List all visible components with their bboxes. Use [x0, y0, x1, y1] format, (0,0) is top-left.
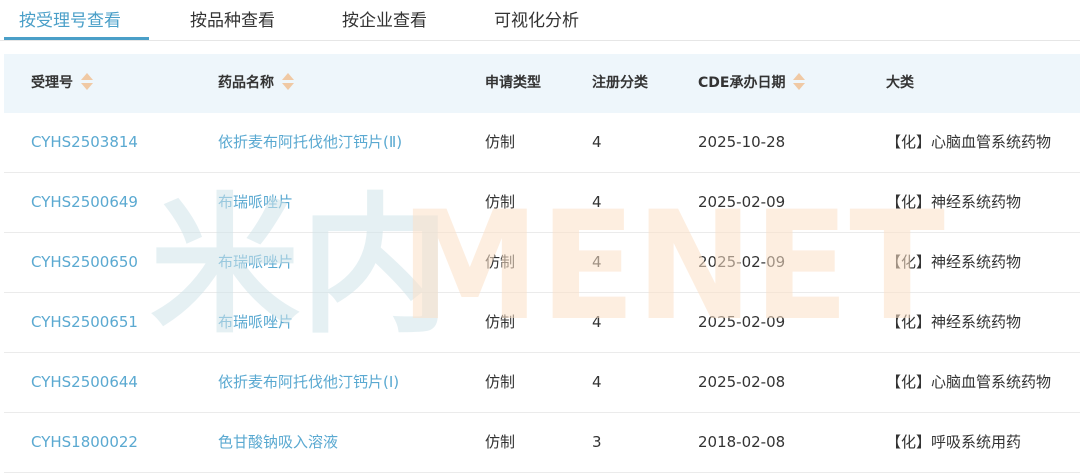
cde-date: 2025-02-09 — [698, 193, 786, 211]
drug-name-link[interactable]: 依折麦布阿托伐他汀钙片(Ⅰ) — [218, 353, 399, 412]
cde-date: 2025-02-08 — [698, 373, 786, 391]
header-category: 大类 — [886, 54, 914, 113]
tab-bar: 按受理号查看 按品种查看 按企业查看 可视化分析 — [0, 0, 1080, 41]
sort-icon[interactable] — [81, 72, 93, 92]
category: 【化】心脑血管系统药物 — [886, 373, 1052, 391]
cde-date: 2025-10-28 — [698, 133, 786, 151]
header-cde-date[interactable]: CDE承办日期 — [698, 54, 806, 113]
registration-class: 4 — [592, 313, 602, 331]
cde-date: 2025-02-09 — [698, 253, 786, 271]
table-row: CYHS2500651 布瑞哌唑片 仿制 4 2025-02-09 【化】神经系… — [4, 293, 1080, 353]
header-label: CDE承办日期 — [698, 75, 786, 91]
acceptance-number-link[interactable]: CYHS2500650 — [31, 233, 138, 292]
application-type: 仿制 — [485, 133, 516, 151]
application-type: 仿制 — [485, 373, 516, 391]
header-acceptance-number[interactable]: 受理号 — [31, 54, 93, 113]
table-row: CYHS1800022 色甘酸钠吸入溶液 仿制 3 2018-02-08 【化】… — [4, 413, 1080, 473]
category: 【化】神经系统药物 — [886, 193, 1022, 211]
table-row: CYHS2500644 依折麦布阿托伐他汀钙片(Ⅰ) 仿制 4 2025-02-… — [4, 353, 1080, 413]
header-label: 大类 — [886, 75, 914, 91]
active-tab-indicator — [4, 37, 149, 40]
registration-class: 4 — [592, 373, 602, 391]
registration-class: 3 — [592, 433, 602, 451]
header-drug-name[interactable]: 药品名称 — [218, 54, 294, 113]
acceptance-number-link[interactable]: CYHS2503814 — [31, 113, 138, 172]
application-type: 仿制 — [485, 313, 516, 331]
sort-icon[interactable] — [282, 72, 294, 92]
category: 【化】呼吸系统用药 — [886, 433, 1022, 451]
acceptance-number-link[interactable]: CYHS2500651 — [31, 293, 138, 352]
drug-name-link[interactable]: 依折麦布阿托伐他汀钙片(Ⅱ) — [218, 113, 402, 172]
registration-class: 4 — [592, 193, 602, 211]
application-type: 仿制 — [485, 433, 516, 451]
table-row: CYHS2503814 依折麦布阿托伐他汀钙片(Ⅱ) 仿制 4 2025-10-… — [4, 113, 1080, 173]
header-label: 药品名称 — [218, 75, 274, 91]
drug-name-link[interactable]: 布瑞哌唑片 — [218, 173, 293, 232]
category: 【化】神经系统药物 — [886, 253, 1022, 271]
header-label: 受理号 — [31, 75, 73, 91]
acceptance-number-link[interactable]: CYHS2500649 — [31, 173, 138, 232]
header-registration-class: 注册分类 — [592, 54, 648, 113]
header-label: 申请类型 — [485, 75, 541, 91]
sort-icon[interactable] — [793, 72, 806, 92]
table-row: CYHS2500650 布瑞哌唑片 仿制 4 2025-02-09 【化】神经系… — [4, 233, 1080, 293]
cde-date: 2018-02-08 — [698, 433, 786, 451]
header-label: 注册分类 — [592, 75, 648, 91]
application-type: 仿制 — [485, 253, 516, 271]
registration-class: 4 — [592, 253, 602, 271]
application-type: 仿制 — [485, 193, 516, 211]
cde-date: 2025-02-09 — [698, 313, 786, 331]
tab-by-acceptance-number[interactable]: 按受理号查看 — [19, 6, 121, 31]
acceptance-number-link[interactable]: CYHS2500644 — [31, 353, 138, 412]
drug-name-link[interactable]: 色甘酸钠吸入溶液 — [218, 413, 338, 472]
table-row: CYHS2500649 布瑞哌唑片 仿制 4 2025-02-09 【化】神经系… — [4, 173, 1080, 233]
tab-visual-analysis[interactable]: 可视化分析 — [494, 6, 579, 31]
category: 【化】心脑血管系统药物 — [886, 133, 1052, 151]
category: 【化】神经系统药物 — [886, 313, 1022, 331]
drug-name-link[interactable]: 布瑞哌唑片 — [218, 233, 293, 292]
tab-by-variety[interactable]: 按品种查看 — [190, 6, 275, 31]
tab-by-company[interactable]: 按企业查看 — [342, 6, 427, 31]
header-application-type: 申请类型 — [485, 54, 541, 113]
results-table: 受理号 药品名称 申请类型 注册分类 CDE承办日期 大类 CYHS250381… — [4, 54, 1080, 473]
acceptance-number-link[interactable]: CYHS1800022 — [31, 413, 138, 472]
table-header: 受理号 药品名称 申请类型 注册分类 CDE承办日期 大类 — [4, 54, 1080, 113]
drug-name-link[interactable]: 布瑞哌唑片 — [218, 293, 293, 352]
registration-class: 4 — [592, 133, 602, 151]
